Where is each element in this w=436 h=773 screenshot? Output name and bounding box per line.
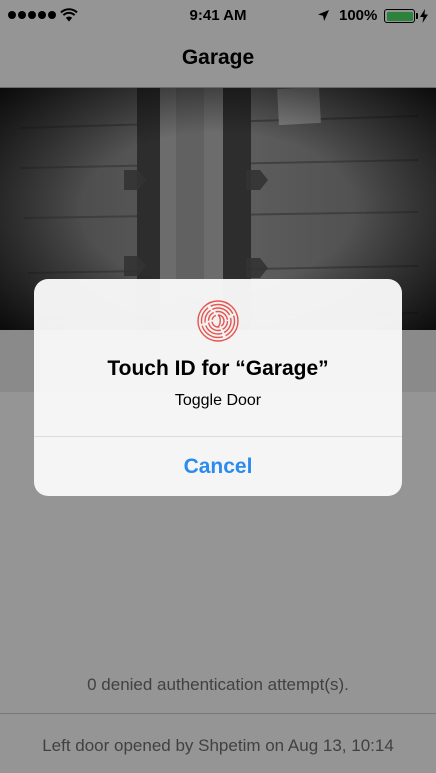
app-screen: 9:41 AM 100% Garage 0 denied authenticat… [0,0,436,773]
touch-id-alert: Touch ID for “Garage” Toggle Door Cancel [34,279,402,496]
alert-title: Touch ID for “Garage” [107,357,329,380]
cancel-button[interactable]: Cancel [34,437,402,496]
alert-message: Toggle Door [174,392,262,409]
fingerprint-icon [197,300,239,342]
